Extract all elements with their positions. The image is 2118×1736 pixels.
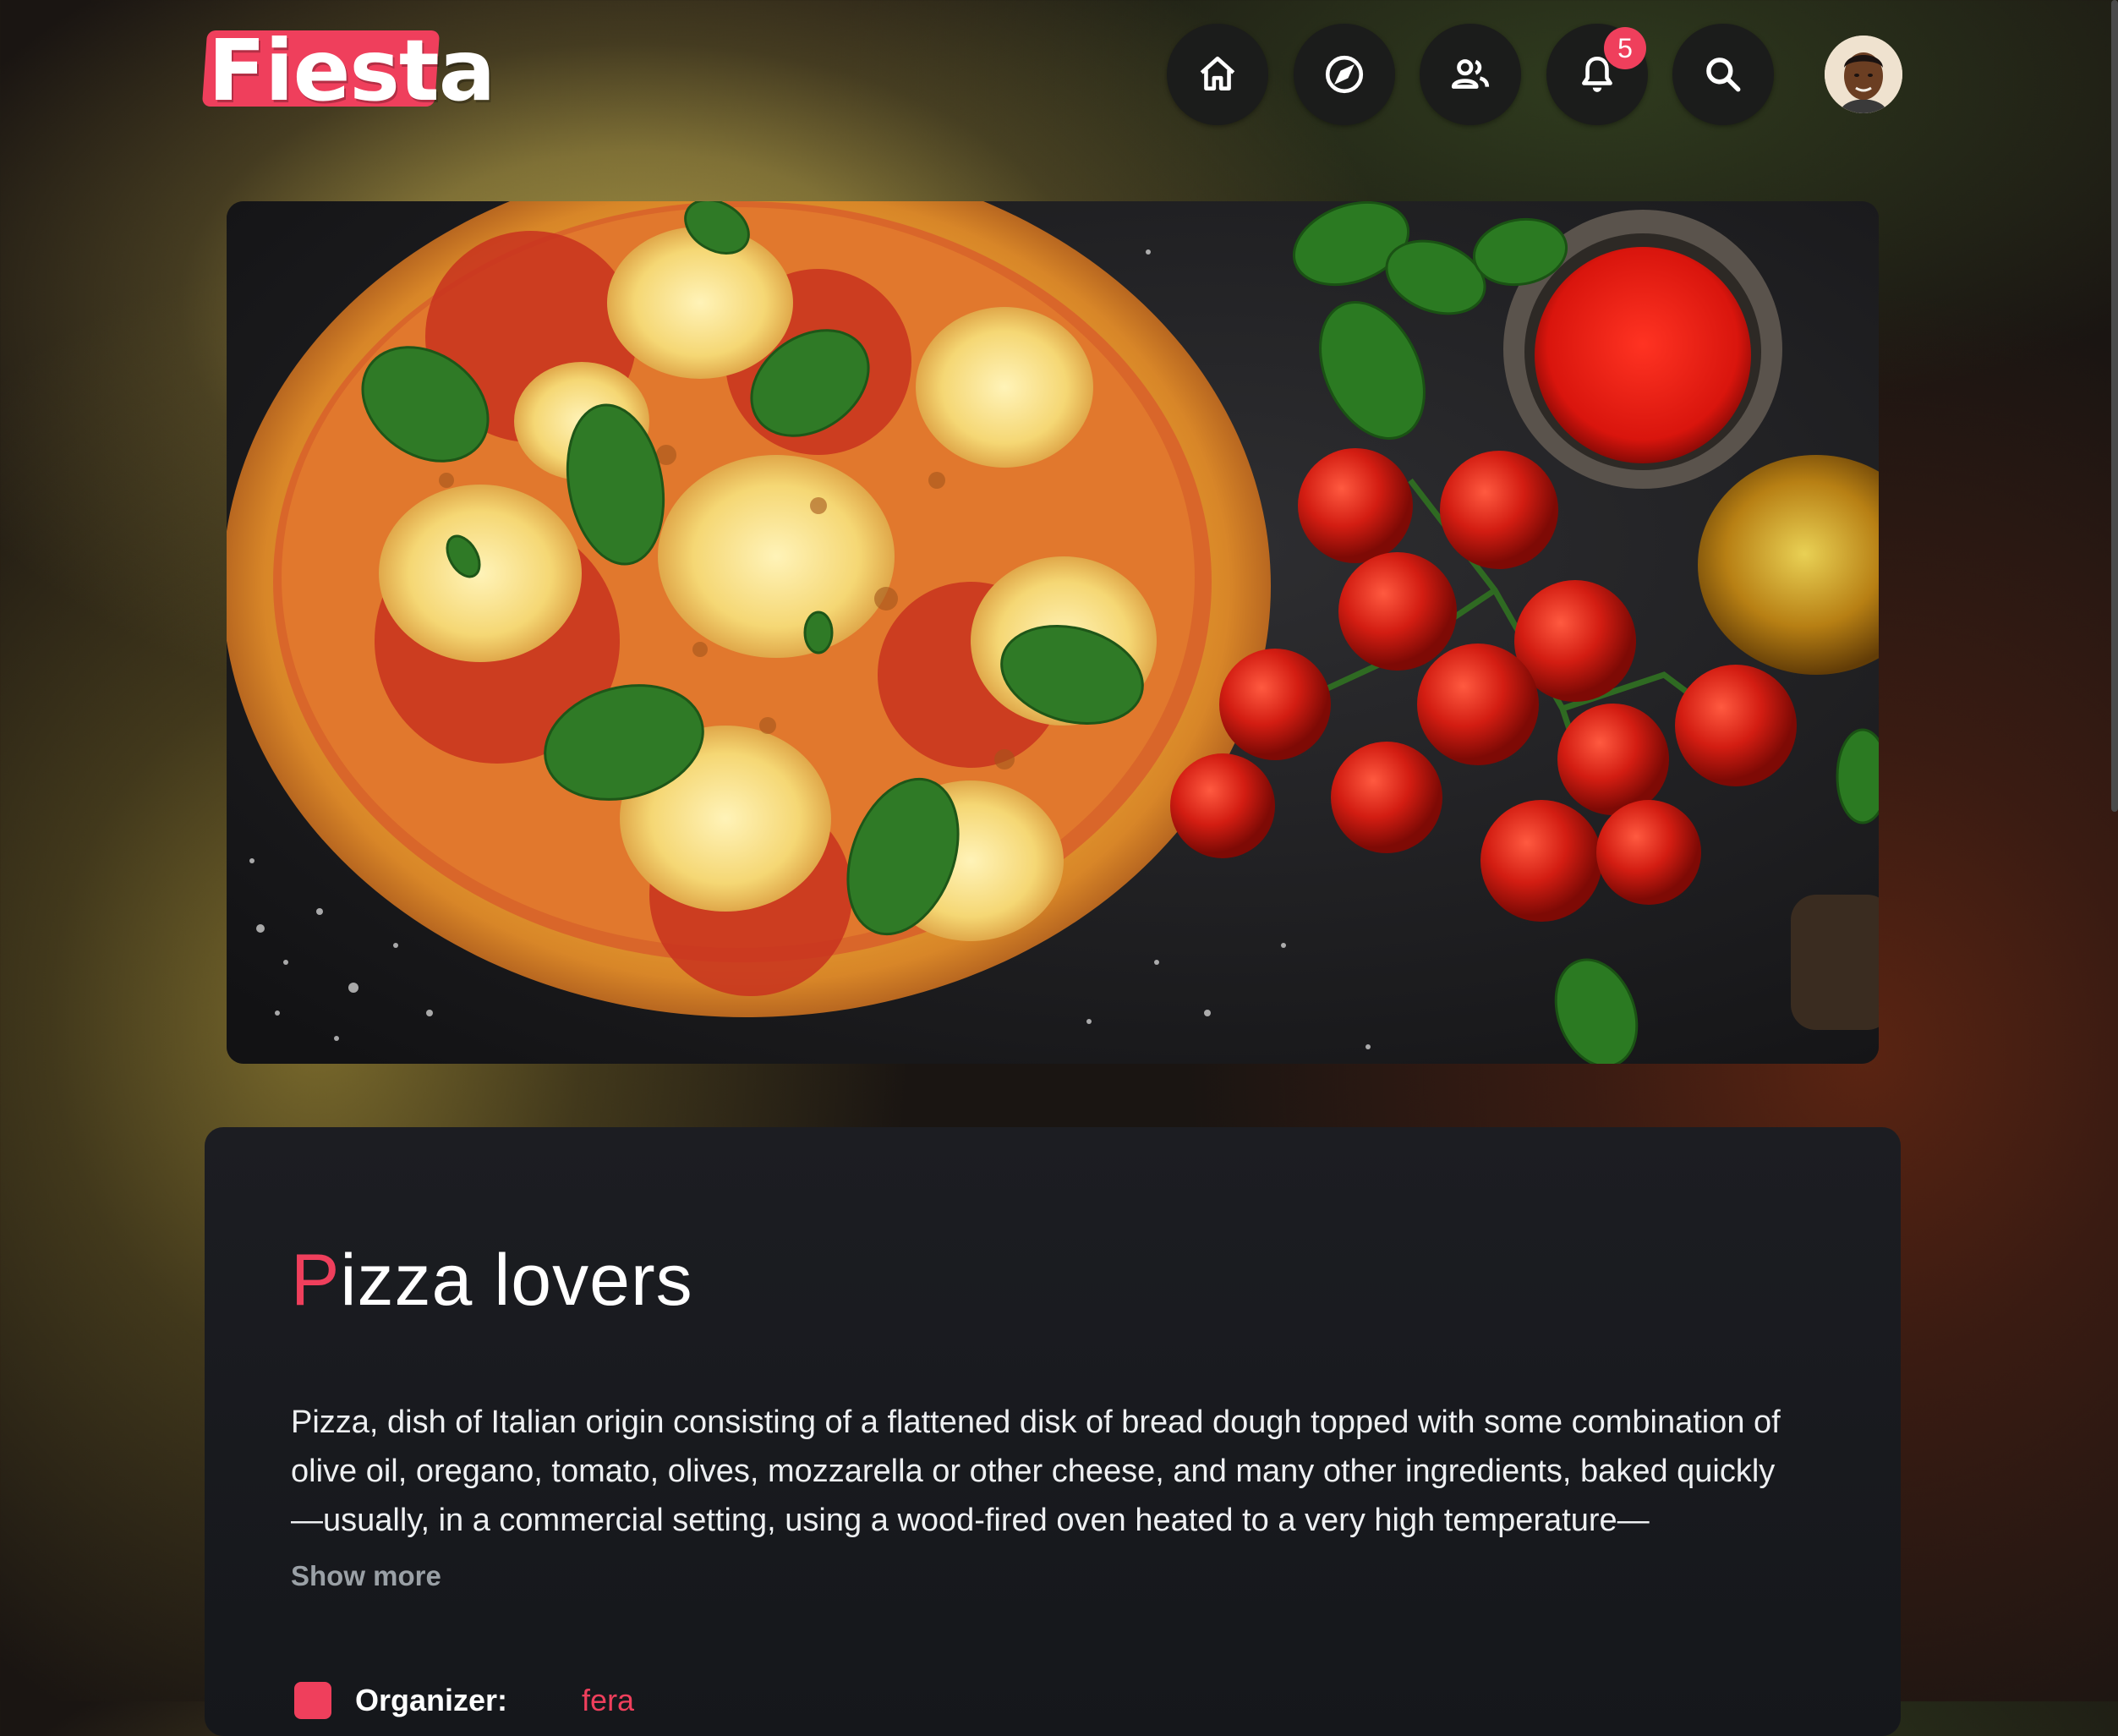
avatar-portrait-icon	[1825, 36, 1902, 113]
hero-image	[227, 201, 1879, 1064]
organizer-name-link[interactable]: fera	[582, 1683, 634, 1718]
user-avatar[interactable]	[1825, 36, 1902, 113]
nav-people-button[interactable]	[1420, 24, 1521, 125]
organizer-icon	[294, 1682, 331, 1719]
fiesta-logo[interactable]: Fiesta	[201, 29, 495, 113]
nav-notifications-button[interactable]: 5	[1546, 24, 1648, 125]
pizza-photo	[227, 201, 1879, 1064]
group-description: Pizza, dish of Italian origin consisting…	[291, 1405, 1781, 1538]
search-icon	[1706, 58, 1741, 92]
compass-icon	[1325, 55, 1364, 94]
nav-explore-button[interactable]	[1294, 24, 1395, 125]
home-icon	[1200, 56, 1235, 90]
notification-count-badge: 5	[1604, 27, 1646, 69]
organizer-row: Organizer: fera	[294, 1682, 634, 1719]
group-title-first-letter: P	[291, 1240, 341, 1321]
logo-text: Fiesta	[208, 21, 495, 120]
group-info-card: Pizza lovers Pizza, dish of Italian orig…	[205, 1127, 1901, 1736]
page-scrollbar[interactable]	[2111, 0, 2118, 812]
organizer-label: Organizer:	[355, 1683, 508, 1717]
people-icon	[1451, 59, 1490, 89]
group-title-rest: izza lovers	[340, 1240, 693, 1321]
nav-search-button[interactable]	[1672, 24, 1774, 125]
nav-home-button[interactable]	[1167, 24, 1268, 125]
group-title: Pizza lovers	[291, 1239, 693, 1323]
show-more-button[interactable]: Show more	[291, 1560, 441, 1592]
